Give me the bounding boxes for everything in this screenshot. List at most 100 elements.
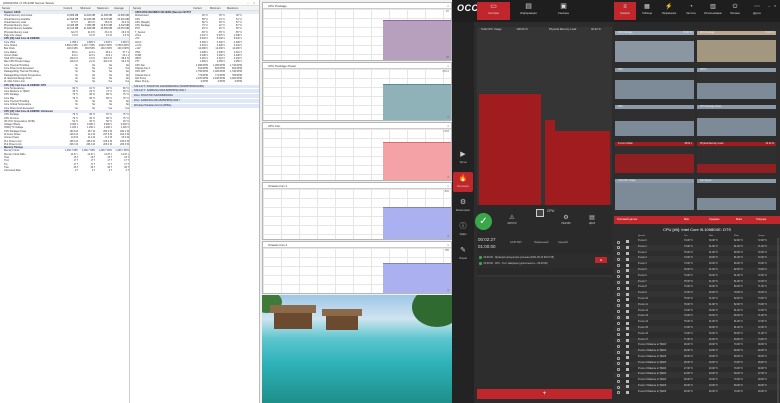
hwinfo-sensor-list-right[interactable]: Sensor Current Minimum Maximum ASUS ROG … (131, 6, 259, 403)
row-graph-icon[interactable] (626, 338, 629, 342)
row-graph-icon[interactable] (626, 275, 629, 279)
row-checkbox[interactable] (617, 275, 620, 279)
row-graph-icon[interactable] (626, 304, 629, 308)
close-icon[interactable]: × (774, 3, 776, 8)
row-graph-icon[interactable] (626, 257, 629, 261)
row-graph-icon[interactable] (626, 356, 629, 360)
sensor-group[interactable]: S.M.A.R.T.: KINGSTON SA2000M81000G (5002… (131, 84, 259, 89)
graph-tile[interactable]: CPU Package 79.00 °C (697, 31, 776, 62)
minimize-icon[interactable]: – (246, 1, 250, 5)
row-graph-icon[interactable] (626, 362, 629, 366)
minimize-icon[interactable]: – (768, 3, 770, 8)
start-test-button[interactable]: ✓ (475, 213, 492, 230)
row-checkbox[interactable] (617, 286, 620, 290)
table-header-cell[interactable]: Средн. (758, 234, 765, 238)
nav-clocks[interactable]: ◔ Частоты (680, 2, 702, 20)
nav-other[interactable]: ⋯ Другое (746, 2, 768, 20)
graph-window-chassis-fan-2[interactable]: Chassis Fan 2 × 785 0 (262, 241, 452, 294)
table-header-cell[interactable]: Датчик (638, 234, 645, 238)
nav-information[interactable]: ▤ Информация (512, 2, 545, 20)
sidebar-monitoring[interactable]: ⚙ Мониторинг (453, 196, 473, 216)
row-checkbox[interactable] (617, 362, 620, 366)
row-graph-icon[interactable] (626, 367, 629, 371)
close-icon[interactable]: × (252, 1, 256, 5)
graph-tile[interactable]: VRCC (697, 68, 776, 99)
row-graph-icon[interactable] (626, 350, 629, 354)
row-checkbox[interactable] (617, 269, 620, 273)
row-graph-icon[interactable] (626, 280, 629, 284)
col-sensor[interactable]: Sensor (131, 6, 191, 10)
row-graph-icon[interactable] (626, 379, 629, 383)
nav-usage[interactable]: ▥ Использование (702, 2, 724, 20)
row-graph-icon[interactable] (626, 321, 629, 325)
nav-sensors[interactable]: ▣ Сенсоры (547, 2, 580, 20)
row-checkbox[interactable] (617, 356, 620, 360)
col-min[interactable]: Minimum (208, 6, 225, 10)
row-checkbox[interactable] (617, 304, 620, 308)
sidebar-tests[interactable]: ▶ Тесты (453, 148, 473, 168)
nav-charts[interactable]: ≡ Графики (614, 2, 636, 20)
row-checkbox[interactable] (617, 321, 620, 325)
row-graph-icon[interactable] (626, 385, 629, 389)
row-checkbox[interactable] (617, 257, 620, 261)
row-checkbox[interactable] (617, 263, 620, 267)
col-sensor[interactable]: Sensor (0, 6, 62, 10)
graph-window-chassis-fan-1[interactable]: Chassis Fan 1 × 822 0 (262, 182, 452, 240)
sensor-row[interactable]: Water Pump+ 0 RPM 0 RPM 0 RPM (131, 80, 259, 83)
graph-tile[interactable]: Total CPU Usage (615, 179, 694, 210)
row-graph-icon[interactable] (626, 309, 629, 313)
row-checkbox[interactable] (617, 246, 620, 250)
launch-button[interactable]: ⚠ ЗАПУСК (502, 214, 522, 225)
sidebar-benchmark[interactable]: 🔥 Бенчмарк (453, 172, 473, 192)
table-row[interactable]: P-core 8 Distance to TjMAX 26.00 °C 20.00 … (614, 390, 780, 396)
row-checkbox[interactable] (617, 252, 620, 256)
cycle-button[interactable]: ▤ ЦИКЛ (582, 214, 602, 225)
row-checkbox[interactable] (617, 315, 620, 319)
nav-power[interactable]: ⏻ Питание (724, 2, 746, 20)
graph-tile[interactable]: P-core 0 Ratio 38.00 x (615, 142, 694, 173)
graph-tile[interactable]: Physical Memory Load 32.20 % (697, 142, 776, 173)
row-checkbox[interactable] (617, 240, 620, 244)
row-checkbox[interactable] (617, 292, 620, 296)
graph-tile[interactable]: CPU Package 75.00 °C (615, 31, 694, 62)
row-checkbox[interactable] (617, 373, 620, 377)
row-graph-icon[interactable] (626, 246, 629, 250)
row-checkbox[interactable] (617, 298, 620, 302)
nav-voltage[interactable]: ⚡ Напряжения (658, 2, 680, 20)
table-header-cell[interactable]: Мин (709, 234, 713, 238)
row-graph-icon[interactable] (626, 251, 629, 255)
col-max[interactable]: Maximum (225, 6, 242, 10)
row-graph-icon[interactable] (626, 263, 629, 267)
nav-table[interactable]: ▦ Таблица (636, 2, 658, 20)
row-checkbox[interactable] (617, 281, 620, 285)
row-checkbox[interactable] (617, 310, 620, 314)
graph-tile[interactable]: CPU Package Power (697, 105, 776, 136)
col-max[interactable]: Maximum (95, 6, 112, 10)
row-graph-icon[interactable] (626, 269, 629, 273)
row-checkbox[interactable] (617, 350, 620, 354)
graph-window-cpu-fan[interactable]: CPU Fan × 1718 0 (262, 122, 452, 181)
graph-tile[interactable]: CPU (615, 105, 694, 136)
sensor-group[interactable]: Drive: SAMSUNG MZVLB256HBHQ-000L7 (131, 98, 259, 103)
col-avg[interactable]: Average (112, 6, 129, 10)
hwinfo-sensor-list-left[interactable]: Sensor Current Minimum Maximum Average S… (0, 6, 130, 403)
sensor-group[interactable]: Windows Hardware Errors (WHEA) (131, 103, 259, 108)
log-clear-button[interactable]: ⊖ (595, 257, 607, 263)
row-checkbox[interactable] (617, 391, 620, 395)
row-graph-icon[interactable] (626, 391, 629, 395)
col-current[interactable]: Current (191, 6, 208, 10)
row-graph-icon[interactable] (626, 240, 629, 244)
graph-tile[interactable]: Fan Speed (697, 179, 776, 210)
graph-window-cpu-package[interactable]: CPU Package × 87 30 (262, 2, 452, 61)
row-checkbox[interactable] (617, 385, 620, 389)
row-graph-icon[interactable] (626, 286, 629, 290)
row-graph-icon[interactable] (626, 344, 629, 348)
sidebar-options[interactable]: ✎ Опции (453, 244, 473, 264)
nav-system[interactable]: ▭ Система (477, 2, 510, 20)
row-graph-icon[interactable] (626, 315, 629, 319)
sensor-group[interactable]: S.M.A.R.T.: SAMSUNG MZVLB256HBHQ-000L7 (131, 89, 259, 94)
table-header-cell[interactable]: Макс (734, 234, 739, 238)
sidebar-info[interactable]: ⓘ Инфо (453, 220, 473, 240)
row-checkbox[interactable] (617, 333, 620, 337)
col-min[interactable]: Minimum (78, 6, 95, 10)
